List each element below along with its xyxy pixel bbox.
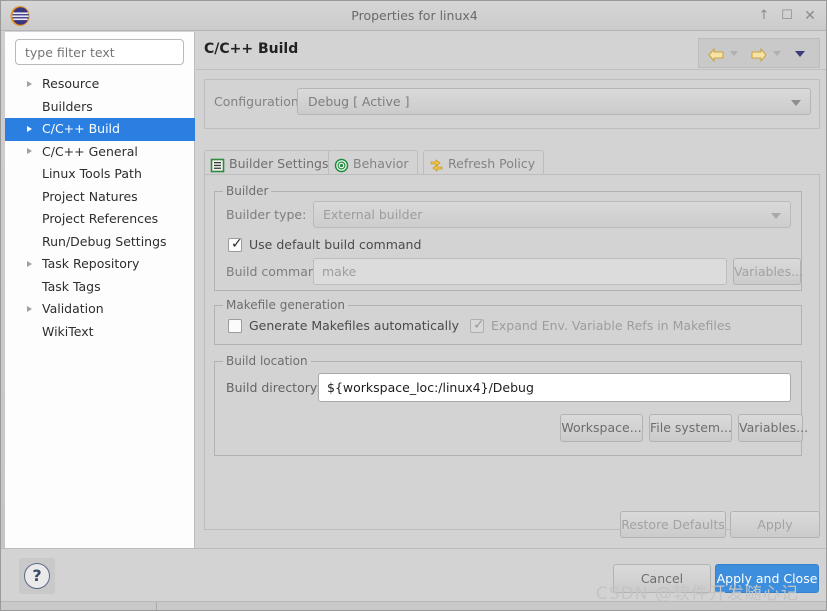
settings-tree: Resource Builders C/C++ Build C/C++ General… [5,73,195,543]
arrow-left-icon[interactable] [708,47,724,63]
check-icon: ✓ [231,236,243,252]
sidebar-item-project-references[interactable]: Project References [5,208,195,231]
chevron-right-icon[interactable] [27,80,32,87]
restore-defaults-button[interactable]: Restore Defaults [620,511,726,538]
configuration-label: Configuration: [214,94,303,109]
sidebar-item-label: Linux Tools Path [42,166,142,181]
sidebar-item-label: Builders [42,98,93,114]
chevron-down-icon-forward[interactable] [773,51,781,56]
tab-behavior[interactable]: Behavior [328,150,418,175]
chevron-right-icon[interactable] [27,260,32,267]
checkbox-label: Expand Env. Variable Refs in Makefiles [491,318,732,333]
builder-group: Builder Builder type: External builder ✓… [214,184,803,291]
strip-divider [156,602,157,610]
chevron-right-icon[interactable] [27,305,32,312]
chevron-down-icon [791,100,801,106]
target-radio-icon [334,156,349,173]
help-button[interactable]: ? [19,558,55,594]
sidebar-item-project-natures[interactable]: Project Natures [5,186,195,209]
sidebar-item-label: Project Natures [42,188,138,204]
build-location-group: Build location Build directory: Workspac… [214,354,808,456]
file-system-button[interactable]: File system... [649,414,732,442]
chevron-right-icon[interactable] [27,125,32,132]
sidebar-item-label: Task Repository [42,256,140,271]
footer-separator [1,548,826,549]
sidebar-item-label: Task Tags [42,278,101,294]
checkbox-box: ✓ [228,236,243,252]
build-command-variables-button[interactable]: Variables... [733,258,803,285]
sidebar-item-builders[interactable]: Builders [5,96,195,119]
checkbox-label: Use default build command [249,237,422,252]
sidebar-item-resource[interactable]: Resource [5,73,195,96]
tab-content-builder-settings: Builder Builder type: External builder ✓… [204,175,820,530]
tab-builder-settings[interactable]: Builder Settings [204,150,338,175]
sidebar-item-label: C/C++ General [42,143,138,159]
maximize-icon[interactable]: ☐ [779,8,795,24]
main-panel: C/C++ Build Configuration: Debug [ Activ… [196,32,826,548]
sidebar-item-linux-tools-path[interactable]: Linux Tools Path [5,163,195,186]
sidebar-item-label: WikiText [42,323,94,339]
sidebar-item-label: Run/Debug Settings [42,233,167,249]
builder-type-value: External builder [323,207,423,222]
tab-label: Refresh Policy [448,156,536,171]
checkbox-box [228,319,242,333]
location-variables-button[interactable]: Variables... [738,414,808,442]
build-directory-input[interactable] [318,373,791,402]
properties-dialog: Properties for linux4 ↑ ☐ ✕ Resource Buil… [0,0,827,611]
page-title: C/C++ Build [204,41,299,57]
tab-bar: Builder Settings Behavior Refresh Policy [204,150,820,175]
sidebar-item-label: C/C++ Build [42,121,120,136]
configuration-combo[interactable]: Debug [ Active ] [297,88,811,115]
sidebar-item-label: Resource [42,76,100,91]
chevron-down-icon-menu[interactable] [795,51,805,57]
sidebar-item-label: Project References [42,211,159,226]
chevron-down-icon-back[interactable] [730,51,738,56]
tab-label: Builder Settings [229,156,329,171]
sidebar-item-c-c-general[interactable]: C/C++ General [5,141,195,164]
sidebar-item-task-tags[interactable]: Task Tags [5,276,195,299]
cancel-button[interactable]: Cancel [613,564,711,593]
navigation-toolbar [698,38,820,68]
checkbox-label: Generate Makefiles automatically [249,318,460,333]
sidebar-item-wikitext[interactable]: WikiText [5,321,195,344]
title-separator [196,69,826,70]
builder-type-combo[interactable]: External builder [313,201,791,228]
bottom-strip [1,601,826,610]
configuration-value: Debug [ Active ] [308,94,410,109]
sidebar-item-validation[interactable]: Validation [5,298,195,321]
chevron-down-icon [771,213,781,219]
filter-input[interactable] [15,39,184,65]
sidebar-item-run-debug-settings[interactable]: Run/Debug Settings [5,231,195,254]
title-bar: Properties for linux4 ↑ ☐ ✕ [1,1,826,31]
build-directory-label: Build directory: [226,380,321,395]
sidebar-item-label: Validation [42,301,104,316]
chevron-right-icon[interactable] [27,148,32,155]
tab-label: Behavior [353,156,409,171]
makefile-group-title: Makefile generation [223,298,348,312]
location-group-title: Build location [223,354,311,368]
arrow-right-icon[interactable] [751,47,767,63]
build-command-input[interactable] [313,258,727,285]
window-title: Properties for linux4 [351,8,478,23]
sidebar-item-task-repository[interactable]: Task Repository [5,253,195,276]
workspace-button[interactable]: Workspace... [560,414,643,442]
check-icon: ✓ [473,317,485,333]
question-mark-icon: ? [24,563,50,589]
list-lines-icon [210,156,225,173]
checkbox-box: ✓ [470,317,485,333]
makefile-generation-group: Makefile generation Generate Makefiles a… [214,298,802,345]
settings-sidebar: Resource Builders C/C++ Build C/C++ General… [5,32,195,548]
close-icon[interactable]: ✕ [802,8,818,24]
apply-and-close-button[interactable]: Apply and Close [715,564,819,593]
sidebar-item-c-c-build[interactable]: C/C++ Build [5,118,195,141]
apply-button[interactable]: Apply [730,511,820,538]
minimize-icon[interactable]: ↑ [756,8,772,24]
builder-group-title: Builder [223,184,272,198]
configuration-bar: Configuration: Debug [ Active ] [204,79,820,129]
builder-type-label: Builder type: [226,207,307,222]
refresh-arrows-icon [429,156,444,172]
tab-refresh-policy[interactable]: Refresh Policy [423,150,545,175]
